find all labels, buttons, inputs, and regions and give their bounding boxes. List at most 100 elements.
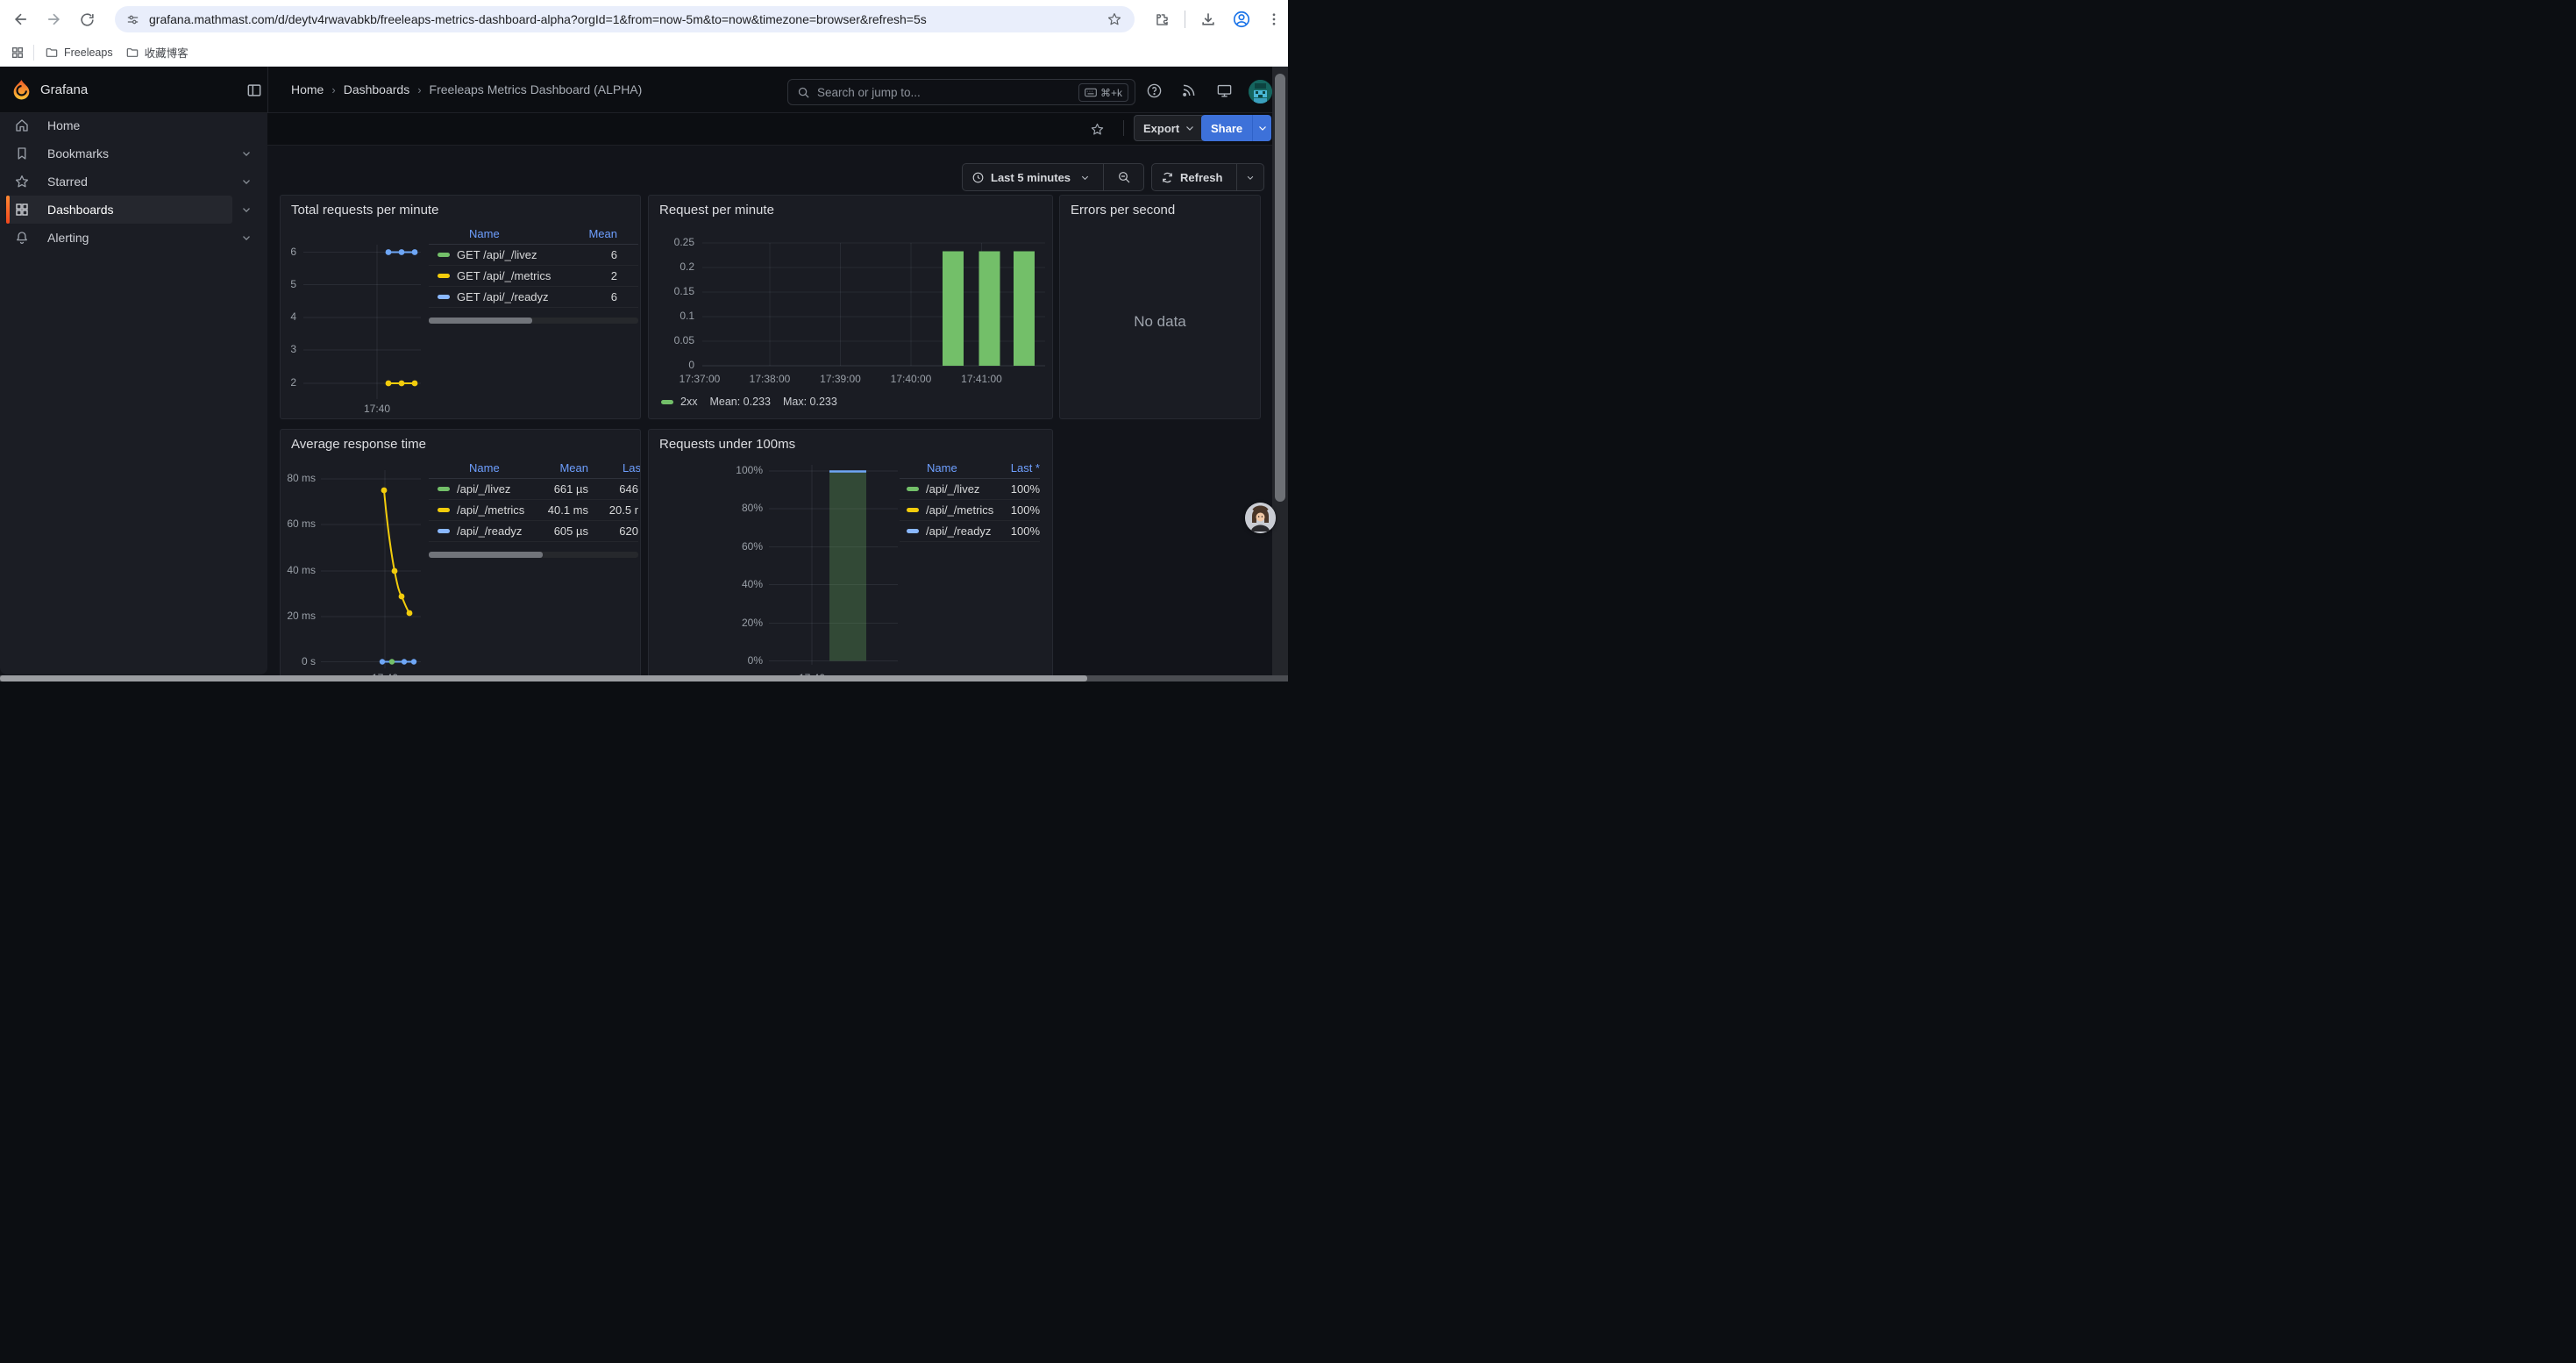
horizontal-scrollbar-thumb[interactable] bbox=[0, 675, 1087, 682]
series-name[interactable]: /api/_/livez bbox=[926, 482, 996, 496]
export-button[interactable]: Export bbox=[1134, 115, 1205, 141]
legend-row[interactable]: /api/_/metrics 100% bbox=[900, 500, 1040, 521]
chevron-down-icon[interactable] bbox=[240, 232, 253, 244]
grafana-logo[interactable] bbox=[11, 78, 32, 101]
time-range-picker[interactable]: Last 5 minutes bbox=[963, 164, 1103, 190]
column-header-name[interactable]: Name bbox=[927, 461, 957, 475]
sidebar-item-label: Starred bbox=[47, 175, 88, 189]
chevron-down-icon[interactable] bbox=[240, 203, 253, 216]
downloads-button[interactable] bbox=[1195, 6, 1221, 32]
breadcrumb-home[interactable]: Home bbox=[291, 82, 324, 96]
bookmark-star-icon[interactable] bbox=[1107, 11, 1122, 27]
legend-header: Name Mean bbox=[429, 227, 638, 245]
legend-scrollbar[interactable] bbox=[429, 552, 638, 558]
zoom-out-time-button[interactable] bbox=[1104, 164, 1143, 190]
bookmark-folder-freeleaps[interactable]: Freeleaps bbox=[45, 46, 113, 60]
share-button[interactable]: Share bbox=[1201, 115, 1252, 141]
apps-grid-button[interactable] bbox=[11, 46, 25, 60]
legend-row[interactable]: GET /api/_/livez 6 bbox=[429, 245, 638, 266]
sidebar-item-dashboards[interactable]: Dashboards bbox=[0, 196, 267, 224]
search-box[interactable]: ⌘+k bbox=[787, 79, 1135, 105]
series-name[interactable]: GET /api/_/metrics bbox=[457, 269, 565, 282]
legend-scrollbar-thumb[interactable] bbox=[429, 552, 543, 558]
site-info-icon[interactable] bbox=[125, 12, 140, 27]
chevron-down-icon[interactable] bbox=[240, 147, 253, 160]
series-swatch-yellow bbox=[438, 274, 450, 278]
legend-row[interactable]: GET /api/_/readyz 6 bbox=[429, 287, 638, 308]
series-name[interactable]: /api/_/readyz bbox=[926, 525, 996, 538]
series-name[interactable]: /api/_/livez bbox=[457, 482, 536, 496]
rss-icon bbox=[1181, 82, 1197, 98]
refresh-interval-dropdown[interactable] bbox=[1237, 164, 1263, 190]
legend-row[interactable]: /api/_/livez 100% bbox=[900, 479, 1040, 500]
vertical-scrollbar-thumb[interactable] bbox=[1275, 74, 1285, 502]
breadcrumb-dashboards[interactable]: Dashboards bbox=[344, 82, 410, 96]
news-rss-button[interactable] bbox=[1181, 82, 1197, 98]
browser-menu-button[interactable] bbox=[1261, 6, 1287, 32]
column-header-last[interactable]: Last * bbox=[1011, 461, 1040, 475]
omnibox[interactable] bbox=[115, 6, 1135, 32]
floating-assistant-avatar[interactable] bbox=[1245, 503, 1276, 533]
legend-scrollbar[interactable] bbox=[429, 318, 638, 324]
y-tick: 60 ms bbox=[280, 517, 316, 530]
apps-grid-icon bbox=[11, 46, 25, 60]
sidebar-item-label: Alerting bbox=[47, 231, 89, 245]
x-tick: 17:37:00 bbox=[665, 373, 735, 385]
panel-requests-under-100ms: Requests under 100ms 100% 80% 60% 40% 20… bbox=[648, 429, 1053, 682]
sidebar-item-label: Home bbox=[47, 118, 80, 132]
user-avatar[interactable] bbox=[1249, 80, 1272, 103]
sidebar-item-alerting[interactable]: Alerting bbox=[0, 224, 267, 252]
series-name[interactable]: /api/_/metrics bbox=[457, 503, 536, 517]
y-tick: 0.2 bbox=[649, 260, 694, 273]
reload-button[interactable] bbox=[74, 6, 100, 32]
legend-row[interactable]: /api/_/metrics 40.1 ms 20.5 r bbox=[429, 500, 638, 521]
sidebar-item-home[interactable]: Home bbox=[0, 111, 267, 139]
back-button[interactable] bbox=[8, 6, 34, 32]
series-name[interactable]: /api/_/metrics bbox=[926, 503, 996, 517]
help-button[interactable] bbox=[1146, 82, 1163, 99]
series-last: 646 bbox=[588, 482, 638, 496]
legend-scrollbar-thumb[interactable] bbox=[429, 318, 532, 324]
chevron-down-icon[interactable] bbox=[240, 175, 253, 188]
share-dropdown-button[interactable] bbox=[1253, 115, 1271, 141]
sidebar-item-bookmarks[interactable]: Bookmarks bbox=[0, 139, 267, 168]
y-tick: 0% bbox=[710, 654, 763, 667]
series-name[interactable]: 2xx bbox=[680, 396, 697, 408]
column-header-last[interactable]: Las bbox=[623, 461, 641, 475]
shortcut-text: ⌘+k bbox=[1100, 87, 1122, 99]
star-dashboard-button[interactable] bbox=[1090, 122, 1105, 137]
column-header-mean[interactable]: Mean bbox=[588, 227, 617, 240]
series-name[interactable]: /api/_/readyz bbox=[457, 525, 536, 538]
chevron-down-icon bbox=[1185, 123, 1195, 133]
y-tick: 80 ms bbox=[280, 472, 316, 484]
profile-button[interactable] bbox=[1228, 6, 1255, 32]
extensions-button[interactable] bbox=[1149, 6, 1175, 32]
panel-title[interactable]: Errors per second bbox=[1071, 203, 1175, 218]
series-name[interactable]: GET /api/_/readyz bbox=[457, 290, 565, 303]
sidebar-item-starred[interactable]: Starred bbox=[0, 168, 267, 196]
legend-row[interactable]: /api/_/livez 661 µs 646 bbox=[429, 479, 638, 500]
keyboard-shortcut-badge: ⌘+k bbox=[1078, 83, 1128, 102]
y-tick: 5 bbox=[280, 278, 296, 290]
y-tick: 80% bbox=[710, 502, 763, 514]
sidebar-toggle-button[interactable] bbox=[246, 82, 263, 99]
column-header-name[interactable]: Name bbox=[469, 227, 500, 240]
legend-row[interactable]: /api/_/readyz 100% bbox=[900, 521, 1040, 542]
forward-button[interactable] bbox=[40, 6, 67, 32]
series-name[interactable]: GET /api/_/livez bbox=[457, 248, 565, 261]
url-input[interactable] bbox=[149, 12, 1107, 26]
clock-icon bbox=[971, 171, 985, 184]
refresh-button[interactable]: Refresh bbox=[1152, 164, 1236, 190]
bookmark-icon bbox=[14, 146, 30, 161]
bookmark-folder-blogs[interactable]: 收藏博客 bbox=[125, 44, 189, 61]
monitor-icon bbox=[1216, 82, 1233, 99]
tv-mode-button[interactable] bbox=[1216, 82, 1233, 99]
legend-row[interactable]: /api/_/readyz 605 µs 620 bbox=[429, 521, 638, 542]
y-tick: 0.05 bbox=[649, 334, 694, 346]
legend-table: Name Mean Las /api/_/livez 661 µs 646 /a… bbox=[429, 461, 638, 542]
dock-panel-icon bbox=[246, 82, 263, 99]
legend-row[interactable]: GET /api/_/metrics 2 bbox=[429, 266, 638, 287]
y-tick: 0 s bbox=[280, 655, 316, 667]
column-header-name[interactable]: Name bbox=[469, 461, 500, 475]
column-header-mean[interactable]: Mean bbox=[559, 461, 588, 475]
